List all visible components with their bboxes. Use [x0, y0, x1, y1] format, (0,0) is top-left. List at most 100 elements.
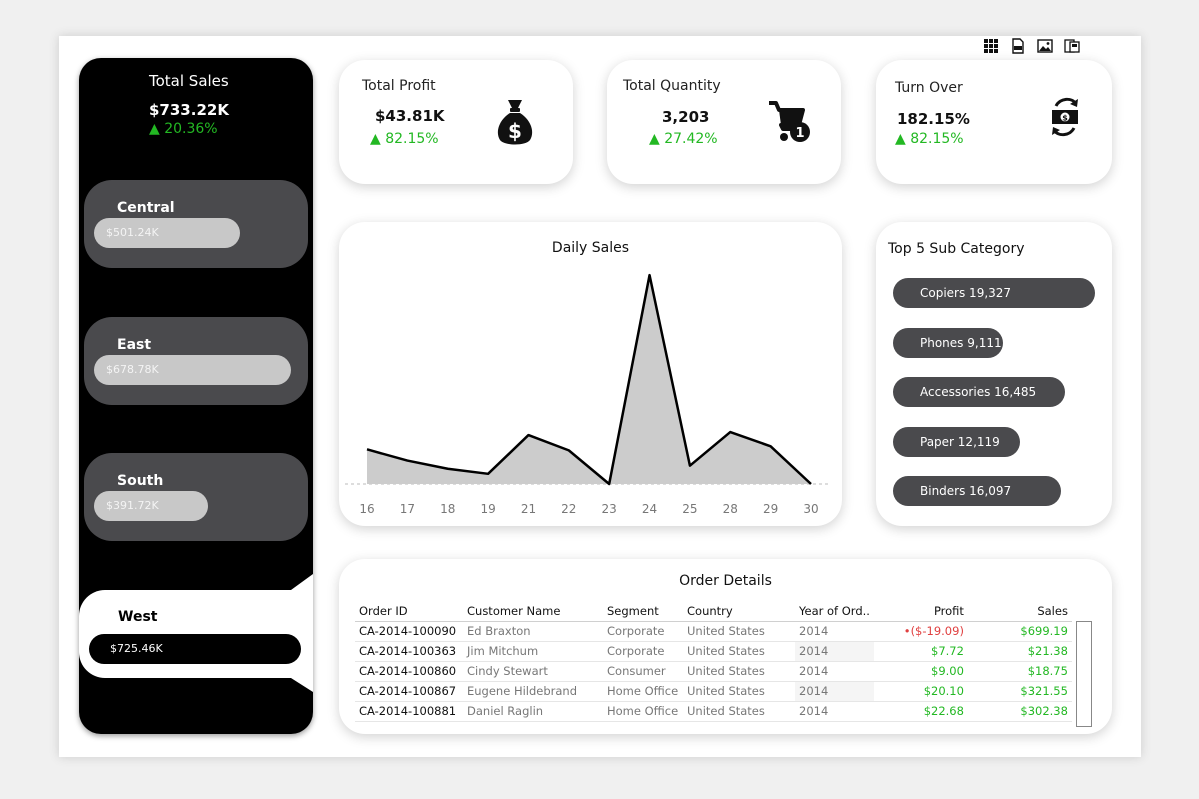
kpi-change: ▲ 82.15%	[370, 131, 439, 147]
x-tick-label: 17	[400, 502, 415, 516]
daily-sales-point[interactable]	[523, 430, 533, 440]
kpi-card-total-quantity: Total Quantity 3,203 ▲ 27.42% 1	[607, 60, 841, 184]
svg-text:$: $	[508, 119, 522, 143]
x-tick-label: 24	[642, 502, 657, 516]
daily-sales-point[interactable]	[443, 464, 453, 474]
region-name: Central	[117, 200, 175, 216]
total-sales-summary: Total Sales $733.22K ▲ 20.36%	[149, 72, 229, 137]
ppt-icon[interactable]	[1064, 38, 1080, 54]
daily-sales-card: Daily Sales 16 17 18 19 21 22 23 24 25 28 29 30	[339, 222, 842, 526]
table-row[interactable]: CA-2014-100867 Eugene Hildebrand Home Of…	[355, 681, 1072, 702]
column-header-year[interactable]: Year of Ord..	[795, 601, 874, 622]
column-header-order-id[interactable]: Order ID	[355, 601, 463, 622]
subcategory-pill[interactable]: Binders 16,097	[893, 476, 1061, 506]
cell-country: United States	[683, 621, 795, 642]
cell-profit: $20.10	[873, 681, 968, 702]
region-card-west[interactable]: West $725.46K	[79, 574, 313, 692]
cell-sales: $321.55	[967, 681, 1072, 702]
daily-sales-area	[367, 275, 811, 484]
daily-sales-point[interactable]	[564, 445, 574, 455]
table-row[interactable]: CA-2014-100090 Ed Braxton Corporate Unit…	[355, 621, 1072, 642]
kpi-card-total-profit: Total Profit $43.81K ▲ 82.15% $	[339, 60, 573, 184]
kpi-label: Turn Over	[895, 80, 963, 96]
cash-exchange-icon: $	[1052, 97, 1078, 137]
money-bag-icon: $	[497, 100, 533, 145]
cell-segment: Home Office	[603, 701, 683, 722]
column-header-country[interactable]: Country	[683, 601, 795, 622]
daily-sales-point[interactable]	[483, 469, 493, 479]
region-name: South	[117, 473, 164, 489]
cell-order-id: CA-2014-100860	[355, 661, 463, 682]
cell-order-id: CA-2014-100867	[355, 681, 463, 702]
x-tick-label: 22	[561, 502, 576, 516]
cell-sales: $21.38	[967, 641, 1072, 662]
cell-segment: Corporate	[603, 641, 683, 662]
kpi-change: ▲ 82.15%	[895, 131, 964, 147]
kpi-change: ▲ 27.42%	[649, 131, 718, 147]
table-row[interactable]: CA-2014-100881 Daniel Raglin Home Office…	[355, 701, 1072, 722]
daily-sales-point[interactable]	[402, 456, 412, 466]
column-header-segment[interactable]: Segment	[603, 601, 683, 622]
cell-year: 2014	[795, 681, 874, 702]
table-row[interactable]: CA-2014-100363 Jim Mitchum Corporate Uni…	[355, 641, 1072, 662]
region-card-south[interactable]: South $391.72K	[84, 453, 308, 541]
region-name: West	[118, 609, 158, 625]
kpi-label: Total Quantity	[623, 78, 721, 94]
kpi-value: 182.15%	[897, 110, 970, 128]
total-sales-label: Total Sales	[149, 72, 229, 90]
cell-country: United States	[683, 661, 795, 682]
order-details-title: Order Details	[679, 573, 772, 589]
grid-icon[interactable]	[983, 38, 999, 54]
region-card-central[interactable]: Central $501.24K	[84, 180, 308, 268]
x-tick-label: 23	[602, 502, 617, 516]
svg-text:$: $	[1062, 114, 1068, 123]
cell-customer-name: Daniel Raglin	[463, 701, 603, 722]
cell-segment: Corporate	[603, 621, 683, 642]
total-sales-change: ▲ 20.36%	[149, 121, 218, 137]
table-scrollbar[interactable]	[1076, 621, 1092, 727]
subcategory-pill[interactable]: Phones 9,111	[893, 328, 1003, 358]
region-sales-bar: $725.46K	[89, 634, 301, 664]
column-header-sales[interactable]: Sales	[967, 601, 1072, 622]
cell-sales: $699.19	[967, 621, 1072, 642]
daily-sales-point[interactable]	[604, 479, 614, 489]
cell-profit: $9.00	[873, 661, 968, 682]
region-sales-bar: $678.78K	[94, 355, 291, 385]
column-header-profit[interactable]: Profit	[873, 601, 968, 622]
subcategory-pill[interactable]: Copiers 19,327	[893, 278, 1095, 308]
export-toolbar	[983, 38, 1080, 54]
region-sales-bar: $391.72K	[94, 491, 208, 521]
x-tick-label: 25	[682, 502, 697, 516]
cell-customer-name: Eugene Hildebrand	[463, 681, 603, 702]
subcategory-pill[interactable]: Paper 12,119	[893, 427, 1020, 457]
x-tick-label: 29	[763, 502, 778, 516]
region-card-east[interactable]: East $678.78K	[84, 317, 308, 405]
pdf-icon[interactable]	[1010, 38, 1026, 54]
daily-sales-point[interactable]	[725, 427, 735, 437]
order-details-table: Order ID Customer Name Segment Country Y…	[355, 601, 1072, 722]
daily-sales-point[interactable]	[806, 479, 816, 489]
cell-year: 2014	[795, 641, 874, 662]
cell-segment: Consumer	[603, 661, 683, 682]
daily-sales-point[interactable]	[645, 270, 655, 280]
cart-icon: 1	[769, 101, 810, 142]
x-tick-label: 28	[723, 502, 738, 516]
kpi-label: Total Profit	[362, 78, 436, 94]
cell-sales: $18.75	[967, 661, 1072, 682]
column-header-customer-name[interactable]: Customer Name	[463, 601, 603, 622]
daily-sales-point[interactable]	[362, 444, 372, 454]
cell-order-id: CA-2014-100881	[355, 701, 463, 722]
cell-sales: $302.38	[967, 701, 1072, 722]
image-icon[interactable]	[1037, 38, 1053, 54]
table-row[interactable]: CA-2014-100860 Cindy Stewart Consumer Un…	[355, 661, 1072, 682]
top-subcategory-card: Top 5 Sub Category Copiers 19,327 Phones…	[876, 222, 1112, 526]
cell-order-id: CA-2014-100363	[355, 641, 463, 662]
cell-country: United States	[683, 701, 795, 722]
daily-sales-point[interactable]	[685, 461, 695, 471]
daily-sales-point[interactable]	[766, 441, 776, 451]
subcategory-pill[interactable]: Accessories 16,485	[893, 377, 1065, 407]
svg-text:1: 1	[795, 126, 804, 141]
subcategory-title: Top 5 Sub Category	[888, 241, 1025, 257]
x-tick-label: 21	[521, 502, 536, 516]
region-sales-bar: $501.24K	[94, 218, 240, 248]
